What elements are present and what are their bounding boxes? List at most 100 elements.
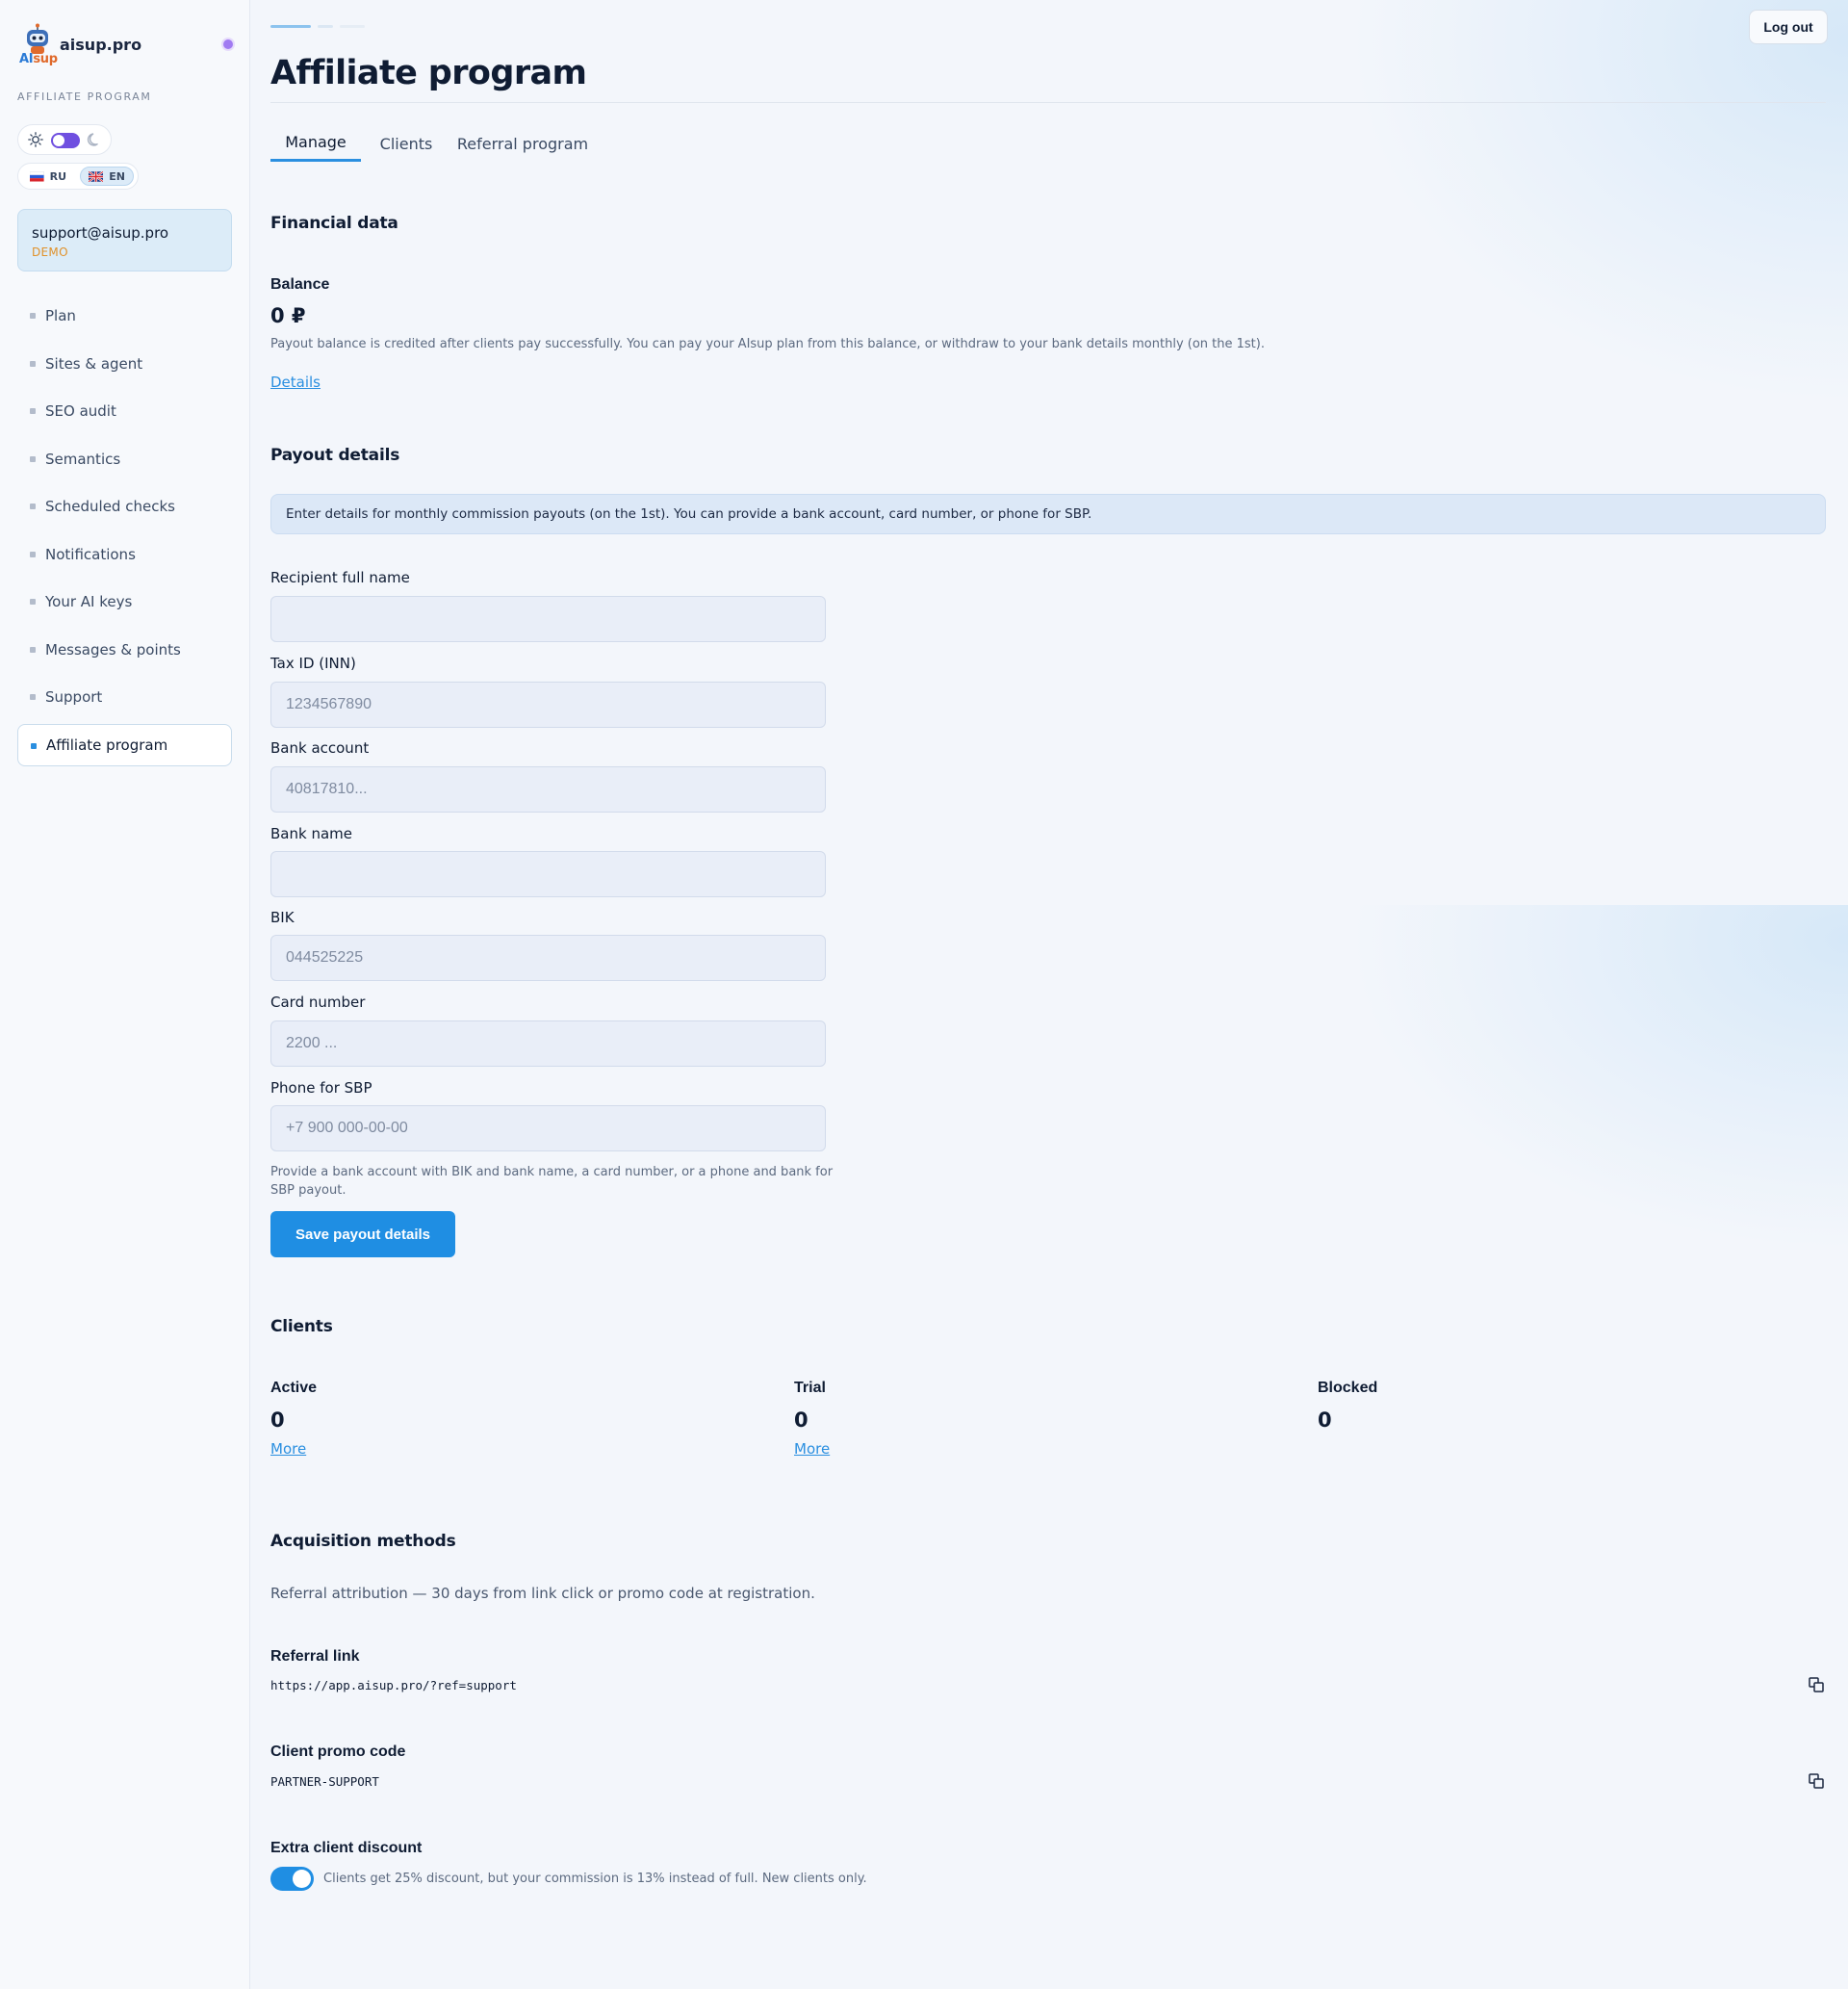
language-ru-button[interactable]: RU — [22, 167, 74, 186]
uk-flag-icon — [89, 170, 104, 182]
recipient-name-label: Recipient full name — [270, 569, 410, 586]
toggle-knob — [293, 1870, 311, 1888]
bank-account-input[interactable] — [270, 766, 826, 813]
clients-trial-value: 0 — [794, 1408, 808, 1432]
payout-hint-line-1: Provide a bank account with BIK and bank… — [270, 1165, 834, 1179]
bank-name-label: Bank name — [270, 825, 352, 842]
referral-link-label: Referral link — [270, 1648, 360, 1665]
nav-bullet — [30, 646, 36, 653]
clients-blocked-label: Blocked — [1318, 1380, 1378, 1396]
account-email: support@aisup.pro — [32, 224, 169, 242]
loading-indicator — [270, 25, 386, 28]
save-payout-button[interactable]: Save payout details — [270, 1211, 455, 1257]
payout-info-banner: Enter details for monthly commission pay… — [270, 494, 1826, 534]
copy-icon[interactable] — [1807, 1675, 1826, 1694]
nav-bullet — [30, 455, 36, 462]
acquisition-section-title: Acquisition methods — [270, 1532, 456, 1551]
nav-bullet — [30, 694, 36, 700]
clients-trial-label: Trial — [794, 1380, 826, 1396]
sidebar-item-label: Sites & agent — [45, 354, 143, 373]
financial-section-title: Financial data — [270, 214, 398, 233]
balance-details-link[interactable]: Details — [270, 374, 321, 391]
tab-manage[interactable]: Manage — [270, 125, 361, 162]
logo-wordmark: AIsup — [19, 52, 58, 66]
promo-code-value: PARTNER-SUPPORT — [270, 1774, 379, 1789]
theme-switch[interactable] — [51, 133, 80, 148]
ru-flag-icon — [30, 170, 44, 182]
tax-id-input[interactable] — [270, 682, 826, 728]
sidebar-item-messages-points[interactable]: Messages & points — [17, 629, 232, 671]
tab-referral-program[interactable]: Referral program — [455, 125, 590, 162]
sidebar-item-support[interactable]: Support — [17, 676, 232, 718]
nav-bullet — [30, 313, 36, 319]
nav-bullet — [30, 599, 36, 605]
language-en-button[interactable]: EN — [80, 167, 134, 186]
sidebar-item-ai-keys[interactable]: Your AI keys — [17, 581, 232, 623]
sidebar-item-notifications[interactable]: Notifications — [17, 533, 232, 576]
brand-name: aisup.pro — [60, 36, 142, 54]
acquisition-description: Referral attribution — 30 days from link… — [270, 1585, 815, 1602]
clients-section-title: Clients — [270, 1317, 333, 1336]
tab-clients[interactable]: Clients — [372, 125, 440, 162]
sidebar: AIsup aisup.pro AFFILIATE PROGRAM RU EN … — [0, 0, 250, 1989]
bik-input[interactable] — [270, 935, 826, 981]
loading-segment — [270, 25, 311, 28]
balance-label: Balance — [270, 276, 330, 293]
card-number-input[interactable] — [270, 1020, 826, 1067]
clients-active-value: 0 — [270, 1408, 285, 1432]
theme-switch-knob — [53, 135, 64, 146]
bik-label: BIK — [270, 909, 295, 926]
sidebar-item-semantics[interactable]: Semantics — [17, 438, 232, 480]
sidebar-item-label: Scheduled checks — [45, 498, 175, 515]
bank-account-label: Bank account — [270, 739, 370, 757]
extra-discount-label: Extra client discount — [270, 1840, 423, 1856]
clients-blocked-value: 0 — [1318, 1408, 1332, 1432]
balance-hint: Payout balance is credited after clients… — [270, 337, 1265, 351]
clients-active-more-link[interactable]: More — [270, 1440, 306, 1458]
language-en-label: EN — [109, 169, 125, 183]
sidebar-item-label: Affiliate program — [46, 736, 168, 754]
brand[interactable]: AIsup aisup.pro — [17, 23, 239, 69]
payout-hint-line-2: SBP payout. — [270, 1183, 346, 1198]
sidebar-item-plan[interactable]: Plan — [17, 295, 232, 337]
page-title: Affiliate program — [270, 54, 587, 92]
sidebar-item-label: Plan — [45, 307, 76, 324]
copy-icon[interactable] — [1807, 1771, 1826, 1791]
sidebar-item-sites-agent[interactable]: Sites & agent — [17, 343, 232, 385]
account-card[interactable]: support@aisup.pro DEMO — [17, 209, 232, 271]
extra-discount-hint: Clients get 25% discount, but your commi… — [323, 1872, 867, 1886]
sidebar-item-label: Your AI keys — [45, 593, 133, 610]
sidebar-nav: Plan Sites & agent SEO audit Semantics S… — [17, 295, 232, 771]
bank-name-input[interactable] — [270, 851, 826, 897]
language-switch: RU EN — [17, 163, 139, 190]
nav-bullet — [30, 408, 36, 414]
robot-logo-icon — [27, 23, 48, 54]
clients-active-label: Active — [270, 1380, 318, 1396]
section-caption: AFFILIATE PROGRAM — [17, 90, 152, 103]
tax-id-label: Tax ID (INN) — [270, 655, 356, 672]
sidebar-item-seo-audit[interactable]: SEO audit — [17, 390, 232, 432]
sun-icon — [28, 132, 43, 147]
theme-toggle[interactable] — [17, 124, 112, 155]
language-ru-label: RU — [49, 169, 66, 183]
extra-discount-toggle[interactable] — [270, 1867, 314, 1891]
loading-segment — [340, 25, 365, 28]
sidebar-item-label: Messages & points — [45, 640, 181, 659]
clients-trial-more-link[interactable]: More — [794, 1440, 830, 1458]
sidebar-item-label: SEO audit — [45, 402, 116, 420]
sidebar-item-label: Semantics — [45, 450, 121, 468]
logout-button[interactable]: Log out — [1749, 10, 1828, 44]
sidebar-item-affiliate-program[interactable]: Affiliate program — [17, 723, 232, 766]
recipient-name-input[interactable] — [270, 596, 826, 642]
sbp-phone-label: Phone for SBP — [270, 1079, 372, 1097]
nav-bullet — [31, 742, 37, 749]
card-number-label: Card number — [270, 994, 366, 1011]
main-content: Log out Affiliate program Manage Clients… — [251, 0, 1848, 1989]
payout-section-title: Payout details — [270, 446, 400, 465]
promo-code-label: Client promo code — [270, 1744, 406, 1760]
sidebar-item-scheduled-checks[interactable]: Scheduled checks — [17, 485, 232, 528]
sbp-phone-input[interactable] — [270, 1105, 826, 1151]
nav-bullet — [30, 551, 36, 557]
nav-bullet — [30, 504, 36, 509]
balance-value: 0 ₽ — [270, 304, 306, 327]
